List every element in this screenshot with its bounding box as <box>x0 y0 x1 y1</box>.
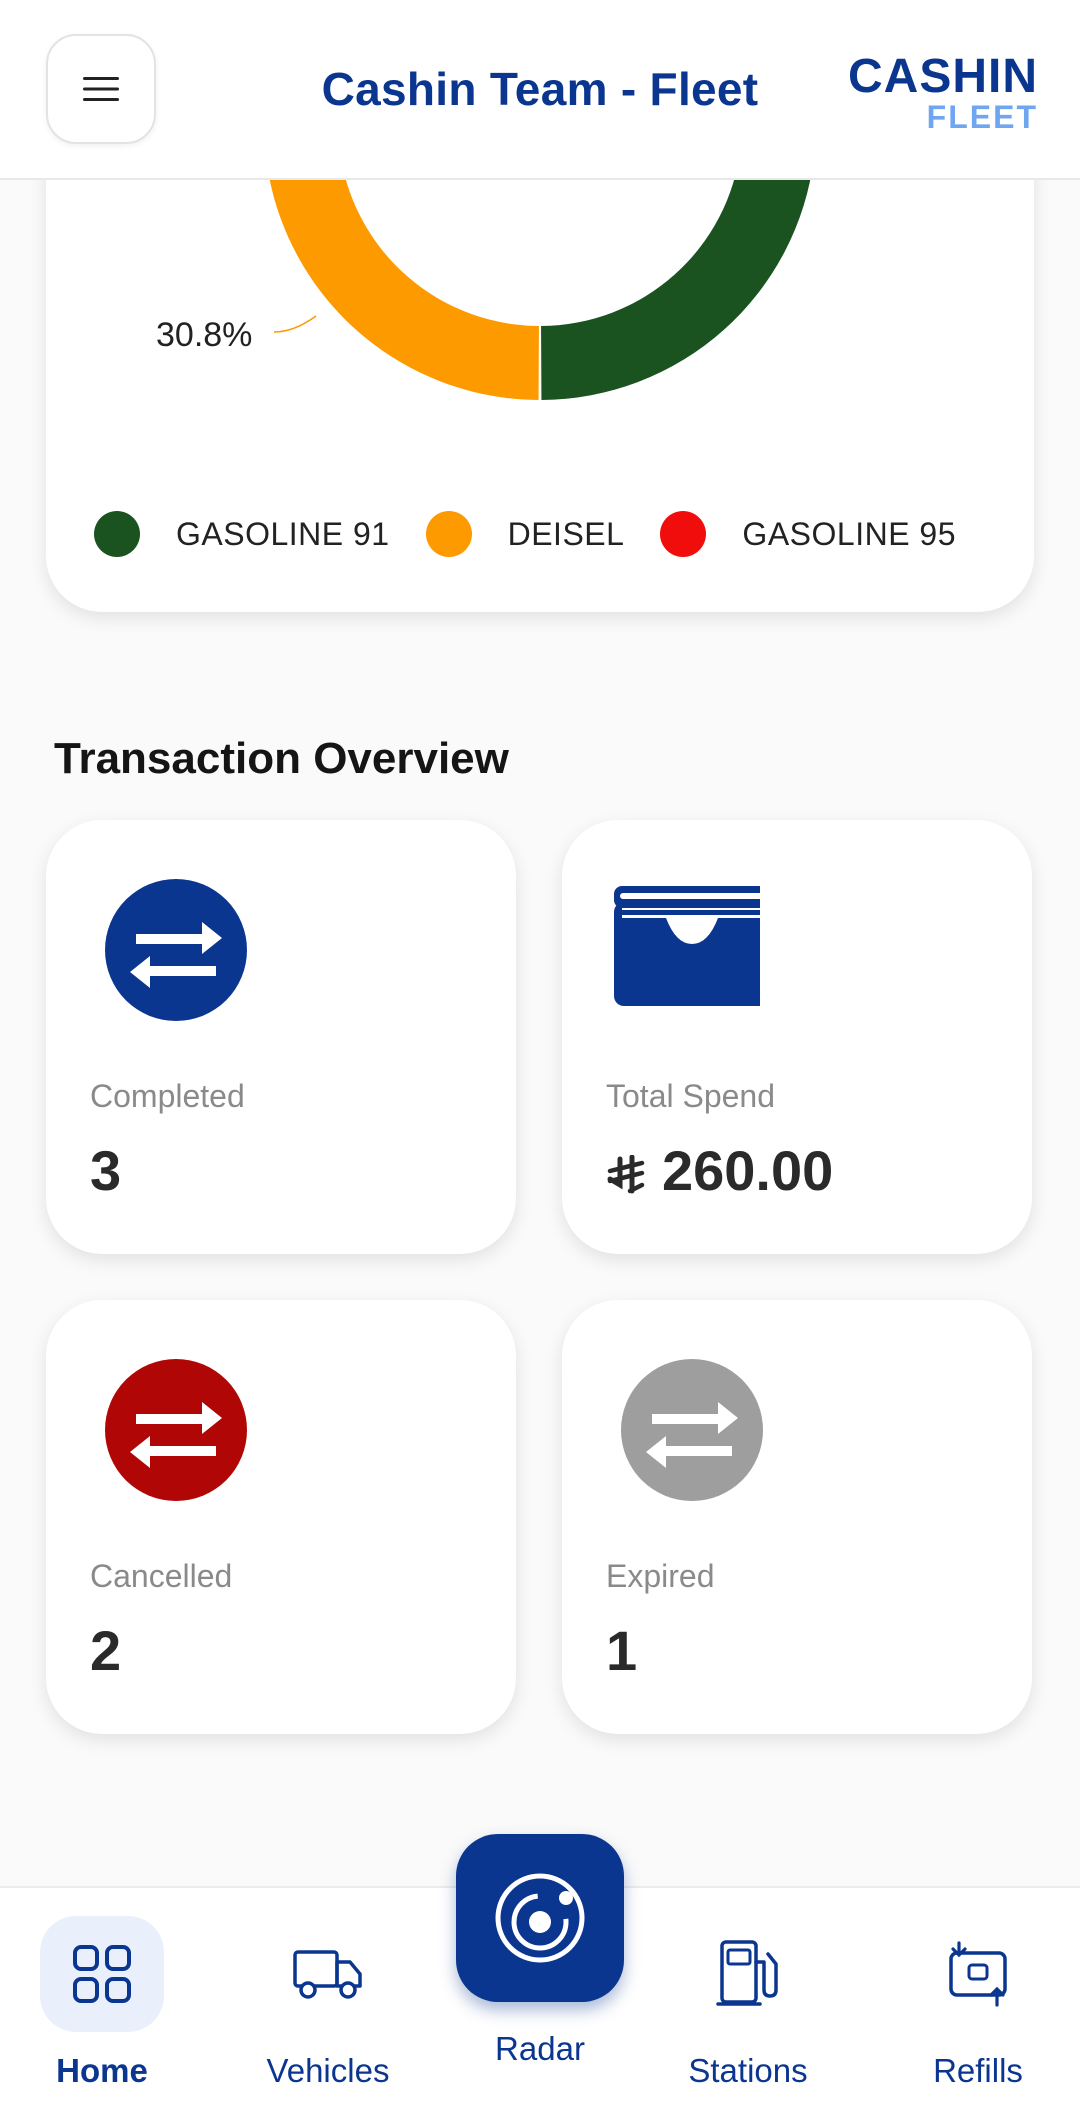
stat-value: 1 <box>606 1619 638 1682</box>
legend-dot-gasoline-95 <box>660 511 707 557</box>
legend-item-gasoline-91: GASOLINE 91 <box>94 511 426 557</box>
stat-label: Completed <box>90 1078 245 1114</box>
deisel-slice-label: 30.8% <box>156 316 253 354</box>
svg-text:FLEET: FLEET <box>927 99 1038 132</box>
fuel-pump-icon <box>716 1940 778 2006</box>
legend-label: GASOLINE 95 <box>742 515 957 552</box>
cashin-fleet-logo: CASHIN FLEET <box>848 50 1038 132</box>
completed-card[interactable]: Completed 3 <box>46 820 516 1254</box>
legend-dot-deisel <box>425 511 472 557</box>
nav-label: Refills <box>933 2052 1023 2089</box>
stat-value: 2 <box>90 1619 122 1682</box>
wallet-cards-icon <box>614 886 760 1006</box>
radar-orbit-icon <box>495 1873 585 1963</box>
stat-label: Total Spend <box>606 1078 776 1114</box>
chart-legend: GASOLINE 91 DEISEL GASOLINE 95 <box>46 511 1034 557</box>
legend-label: DEISEL <box>507 515 625 552</box>
stat-label: Expired <box>606 1558 715 1594</box>
expired-card[interactable]: Expired 1 <box>562 1300 1032 1734</box>
radar-label: Radar <box>495 2030 585 2067</box>
total-spend-amount: 260.00 <box>662 1139 834 1202</box>
stat-label: Cancelled <box>90 1558 233 1594</box>
stat-value: 260.00 <box>606 1138 833 1203</box>
saudi-riyal-icon <box>607 1155 645 1194</box>
stat-value: 3 <box>90 1139 122 1202</box>
transaction-overview-title: Transaction Overview <box>54 734 509 783</box>
app-header: Cashin Team - Fleet CASHIN FLEET <box>0 0 1080 180</box>
legend-item-gasoline-95: GASOLINE 95 <box>660 511 992 557</box>
legend-label: GASOLINE 91 <box>176 515 390 552</box>
nav-item-vehicles[interactable]: Vehicles <box>248 1916 408 2090</box>
refill-card-icon <box>949 1941 1007 2007</box>
svg-text:CASHIN: CASHIN <box>848 50 1038 103</box>
truck-icon <box>293 1950 362 1999</box>
legend-item-deisel: DEISEL <box>425 511 661 557</box>
transfer-arrows-icon <box>621 1359 763 1501</box>
legend-dot-gasoline-91 <box>94 511 140 557</box>
nav-label: Stations <box>688 2052 808 2089</box>
nav-item-refills[interactable]: Refills <box>898 1916 1058 2090</box>
nav-label: Home <box>56 2052 148 2089</box>
nav-label: Vehicles <box>266 2052 390 2089</box>
radar-button[interactable] <box>456 1834 624 2002</box>
cancelled-card[interactable]: Cancelled 2 <box>46 1300 516 1734</box>
transfer-arrows-icon <box>105 879 247 1021</box>
nav-item-stations[interactable]: Stations <box>668 1916 828 2090</box>
transfer-arrows-icon <box>105 1359 247 1501</box>
total-spend-card[interactable]: Total Spend 260.00 <box>562 820 1032 1254</box>
nav-item-home[interactable]: Home <box>40 1916 164 2090</box>
deisel-leader-line <box>273 315 317 333</box>
grid-icon <box>73 1945 131 2003</box>
